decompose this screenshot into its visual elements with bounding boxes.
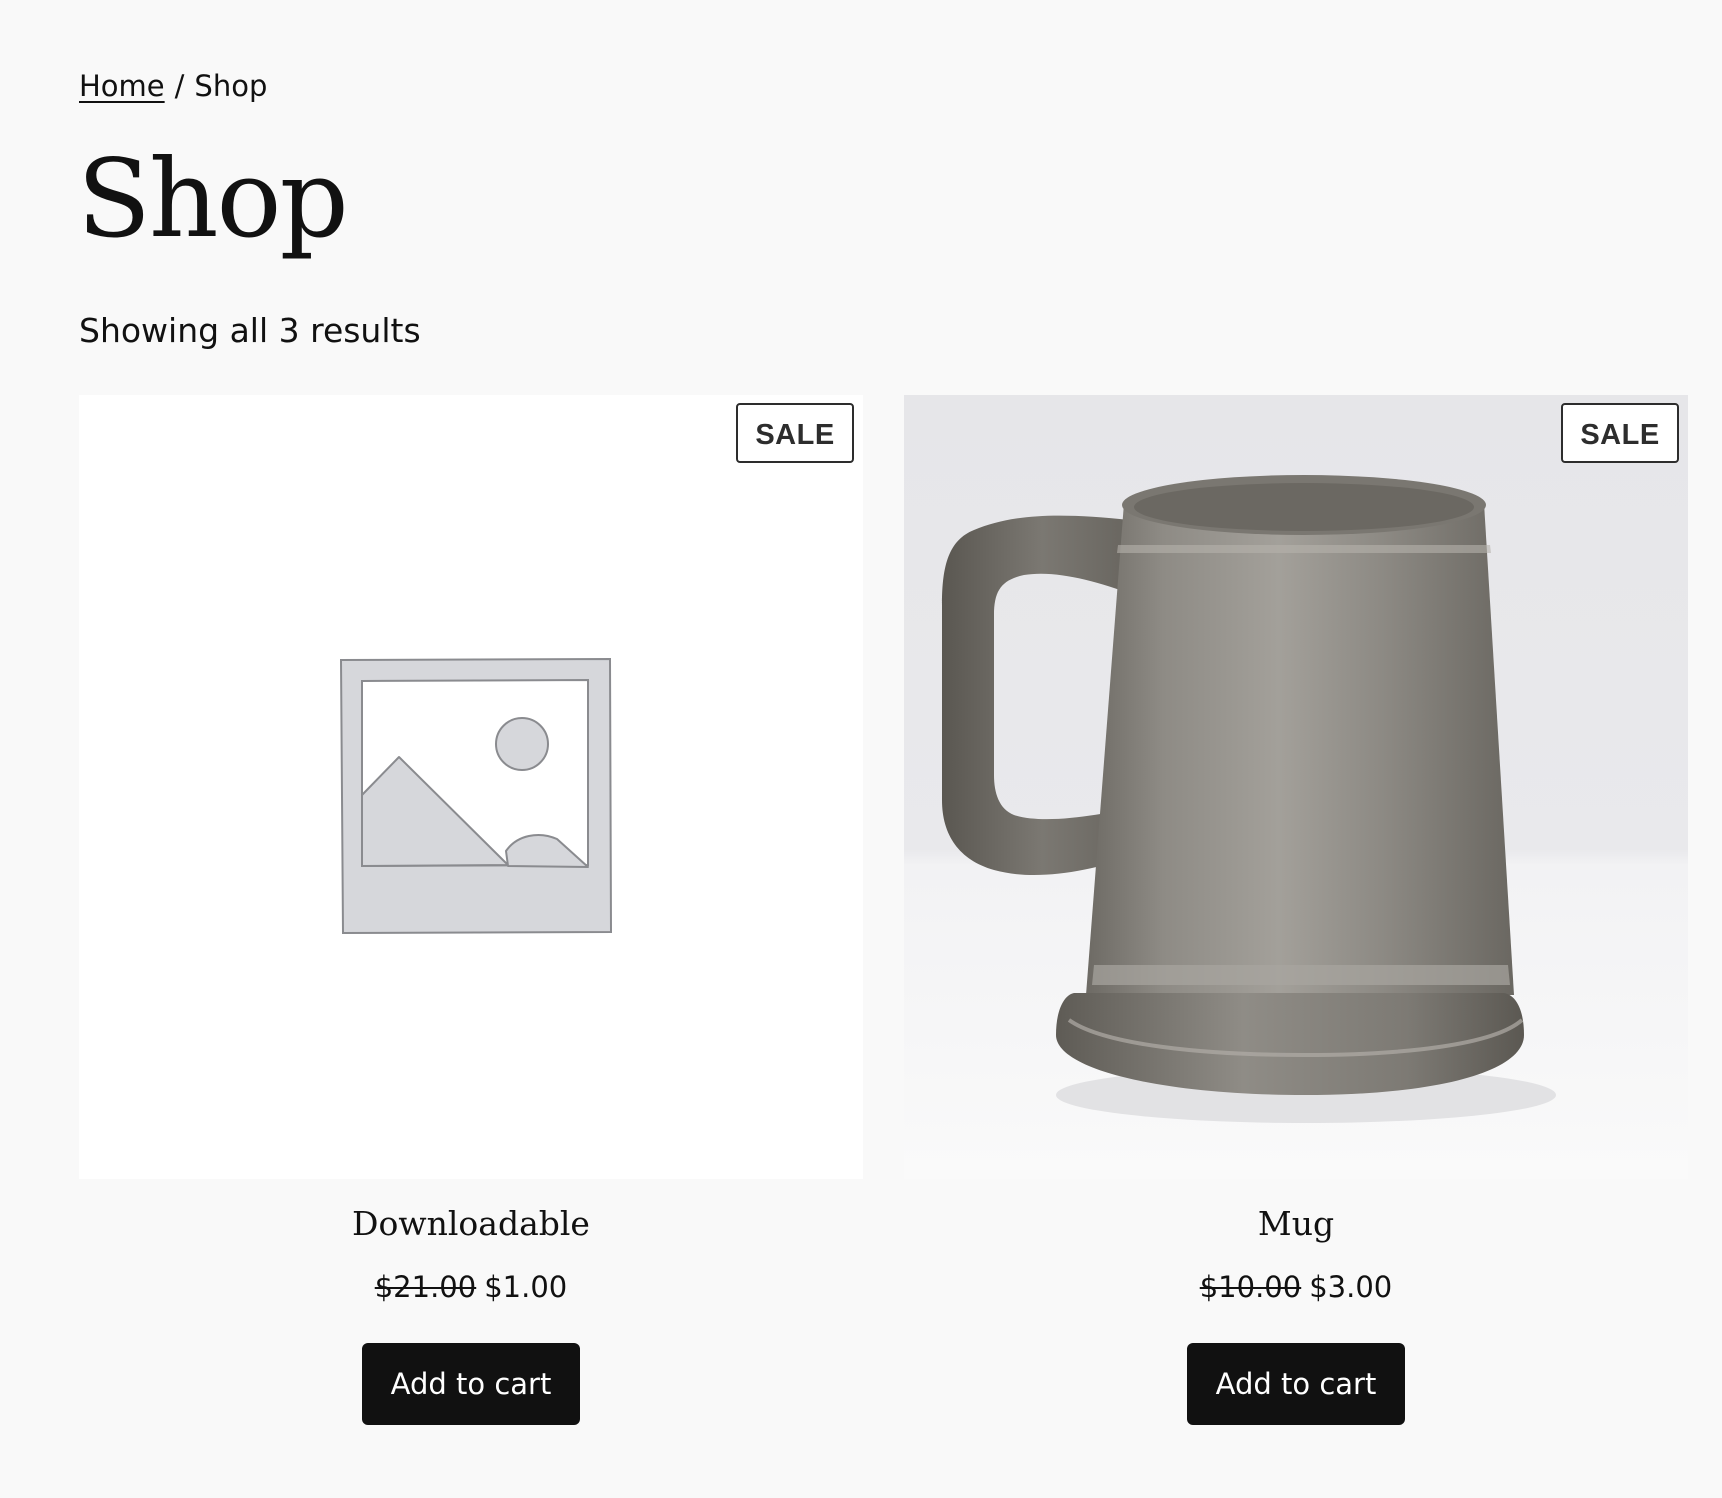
breadcrumb-current: Shop — [194, 69, 268, 103]
product-grid: SALE Downloadable $21.00 $1.00 Add to car… — [79, 395, 1688, 1425]
pewter-mug-photo — [942, 475, 1556, 1123]
product-title[interactable]: Mug — [904, 1179, 1688, 1247]
sale-badge: SALE — [1561, 403, 1679, 463]
product-price: $21.00 $1.00 — [79, 1267, 863, 1307]
product-image-link[interactable]: SALE — [904, 395, 1688, 1179]
add-to-cart-button[interactable]: Add to cart — [362, 1343, 580, 1425]
breadcrumb-home-link[interactable]: Home — [79, 69, 165, 103]
product-card: SALE Mug $10.00 $3.00 Add to cart — [904, 395, 1688, 1425]
product-price: $10.00 $3.00 — [904, 1267, 1688, 1307]
regular-price: $10.00 — [1199, 1270, 1302, 1304]
page-title: Shop — [77, 137, 349, 262]
placeholder-image-icon — [339, 657, 613, 935]
product-card: SALE Downloadable $21.00 $1.00 Add to car… — [79, 395, 863, 1425]
breadcrumb-separator: / — [174, 69, 185, 103]
regular-price: $21.00 — [374, 1270, 477, 1304]
product-title[interactable]: Downloadable — [79, 1179, 863, 1247]
sale-price: $1.00 — [484, 1270, 568, 1304]
breadcrumb: Home / Shop — [79, 66, 267, 106]
sale-price: $3.00 — [1309, 1270, 1393, 1304]
sale-badge: SALE — [736, 403, 854, 463]
result-count: Showing all 3 results — [79, 311, 421, 350]
add-to-cart-button[interactable]: Add to cart — [1187, 1343, 1405, 1425]
product-image-link[interactable]: SALE — [79, 395, 863, 1179]
